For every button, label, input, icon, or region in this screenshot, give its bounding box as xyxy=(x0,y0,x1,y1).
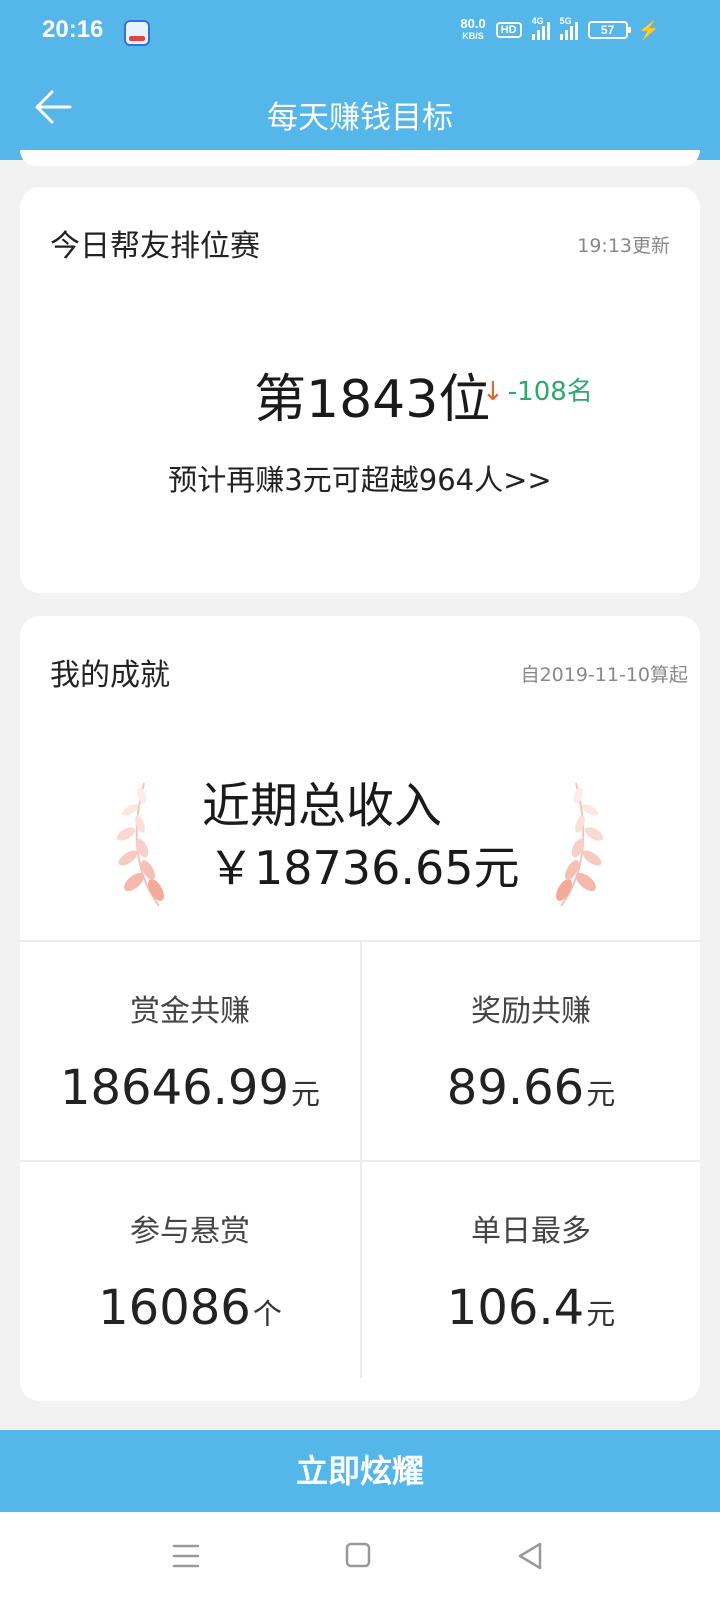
achievement-title: 我的成就 xyxy=(50,658,170,693)
stat-label: 参与悬赏 xyxy=(130,1214,250,1249)
recent-income: 近期总收入 ￥18736.65元 xyxy=(20,756,700,907)
stat-unit: 个 xyxy=(252,1297,282,1331)
stat-bounties-joined: 参与悬赏 16086个 xyxy=(20,1160,360,1378)
rank-change: ↓ -108名 xyxy=(482,377,593,407)
stat-unit: 元 xyxy=(291,1077,321,1111)
stat-unit: 元 xyxy=(586,1077,616,1111)
app-header: 每天赚钱目标 xyxy=(0,64,720,160)
previous-card-edge xyxy=(20,150,700,166)
stat-bounty-earned: 赏金共赚 18646.99元 xyxy=(20,942,360,1160)
rank-position: 第1843位 xyxy=(254,370,491,430)
stat-label: 赏金共赚 xyxy=(130,994,250,1029)
ranking-updated-time: 19:13更新 xyxy=(577,235,670,257)
stat-unit: 元 xyxy=(586,1297,616,1331)
signal-5g-icon: 5G xyxy=(559,16,578,40)
home-square-icon[interactable] xyxy=(338,1538,378,1574)
battery-icon: 57 xyxy=(587,21,631,39)
show-off-button[interactable]: 立即炫耀 xyxy=(0,1430,720,1512)
achievement-card: 我的成就 自2019-11-10算起 近期总收入 ￥18736.65元 赏金共赚… xyxy=(20,616,700,1401)
network-speed: 80.0 KB/S xyxy=(460,16,486,41)
stat-value: 16086个 xyxy=(98,1280,282,1336)
back-triangle-icon[interactable] xyxy=(510,1538,550,1574)
app-notification-icon xyxy=(124,20,150,46)
stat-value: 89.66元 xyxy=(446,1060,616,1116)
stat-value: 106.4元 xyxy=(446,1280,616,1336)
stats-grid: 赏金共赚 18646.99元 奖励共赚 89.66元 参与悬赏 16086个 单… xyxy=(20,940,700,1401)
laurel-left-icon xyxy=(116,782,164,907)
income-label: 近期总收入 xyxy=(202,778,443,834)
hd-voice-icon: HD xyxy=(495,22,522,38)
system-nav-bar xyxy=(0,1512,720,1600)
stat-label: 单日最多 xyxy=(471,1214,591,1249)
signal-4g-icon: 4G xyxy=(531,16,550,40)
ranking-title: 今日帮友排位赛 xyxy=(50,229,260,264)
stat-daily-max: 单日最多 106.4元 xyxy=(360,1160,700,1378)
charging-icon: ⚡ xyxy=(637,19,660,40)
income-value: ￥18736.65元 xyxy=(208,841,520,895)
status-time: 20:16 xyxy=(42,16,104,43)
menu-icon[interactable] xyxy=(166,1538,206,1574)
stat-value: 18646.99元 xyxy=(59,1060,321,1116)
achievement-since: 自2019-11-10算起 xyxy=(520,664,688,686)
laurel-right-icon xyxy=(556,782,604,907)
page-title: 每天赚钱目标 xyxy=(267,100,453,136)
top-bar: 20:16 80.0 KB/S HD 4G 5G 57 ⚡ 每天赚钱目标 xyxy=(0,0,720,160)
rank-row: 第1843位 ↓ -108名 xyxy=(20,357,700,430)
status-bar: 20:16 80.0 KB/S HD 4G 5G 57 ⚡ xyxy=(0,0,720,64)
status-icons: 80.0 KB/S HD 4G 5G 57 ⚡ xyxy=(460,16,660,42)
ranking-card: 今日帮友排位赛 19:13更新 第1843位 ↓ -108名 预计再赚3元可超越9… xyxy=(20,187,700,593)
arrow-down-icon: ↓ xyxy=(482,377,504,407)
stat-reward-earned: 奖励共赚 89.66元 xyxy=(360,942,700,1160)
stat-label: 奖励共赚 xyxy=(471,994,591,1029)
rank-hint-link[interactable]: 预计再赚3元可超越964人>> xyxy=(20,457,700,499)
